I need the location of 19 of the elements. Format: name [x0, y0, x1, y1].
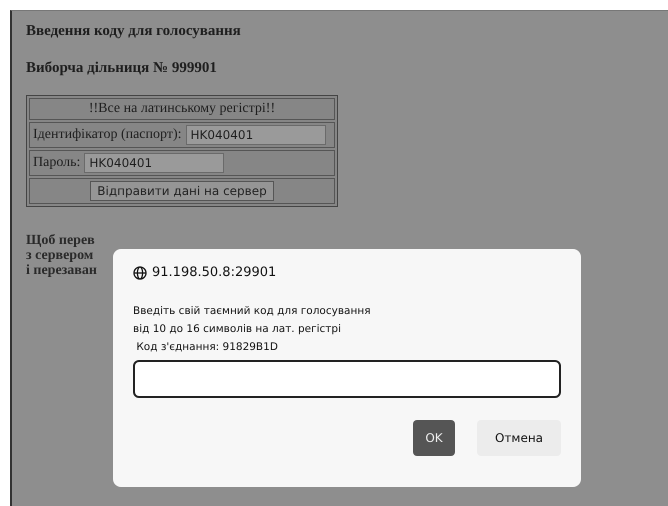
field-label: Пароль:	[33, 155, 80, 171]
dialog-message: Введіть свій таємний код для голосування	[133, 304, 372, 319]
dialog-origin: 91.198.50.8:29901	[152, 265, 276, 280]
dialog-message: від 10 до 16 символів на лат. регістрі	[133, 322, 342, 337]
ok-button[interactable]: OK	[413, 420, 455, 456]
input-field[interactable]: HK040401	[84, 153, 224, 173]
code-input-field[interactable]	[133, 360, 561, 398]
input-field[interactable]: HK040401	[186, 125, 326, 145]
submit-button[interactable]: Відправити дані на сервер	[90, 181, 274, 201]
cancel-button[interactable]: Отмена	[477, 420, 561, 456]
notice: !!Все на латинському регістрі!!	[88, 101, 276, 117]
note-text: і перезаван	[26, 263, 97, 278]
globe-icon	[133, 266, 147, 280]
note-text: з сервером	[26, 248, 94, 263]
subtitle: Виборча дільниця № 999901	[26, 60, 218, 77]
page-title: Введення коду для голосування	[26, 23, 242, 40]
field-label: Ідентифікатор (паспорт):	[33, 127, 182, 143]
dialog-message: Код з'єднання: 91829B1D	[135, 340, 279, 355]
note-text: Щоб перев	[26, 233, 95, 248]
